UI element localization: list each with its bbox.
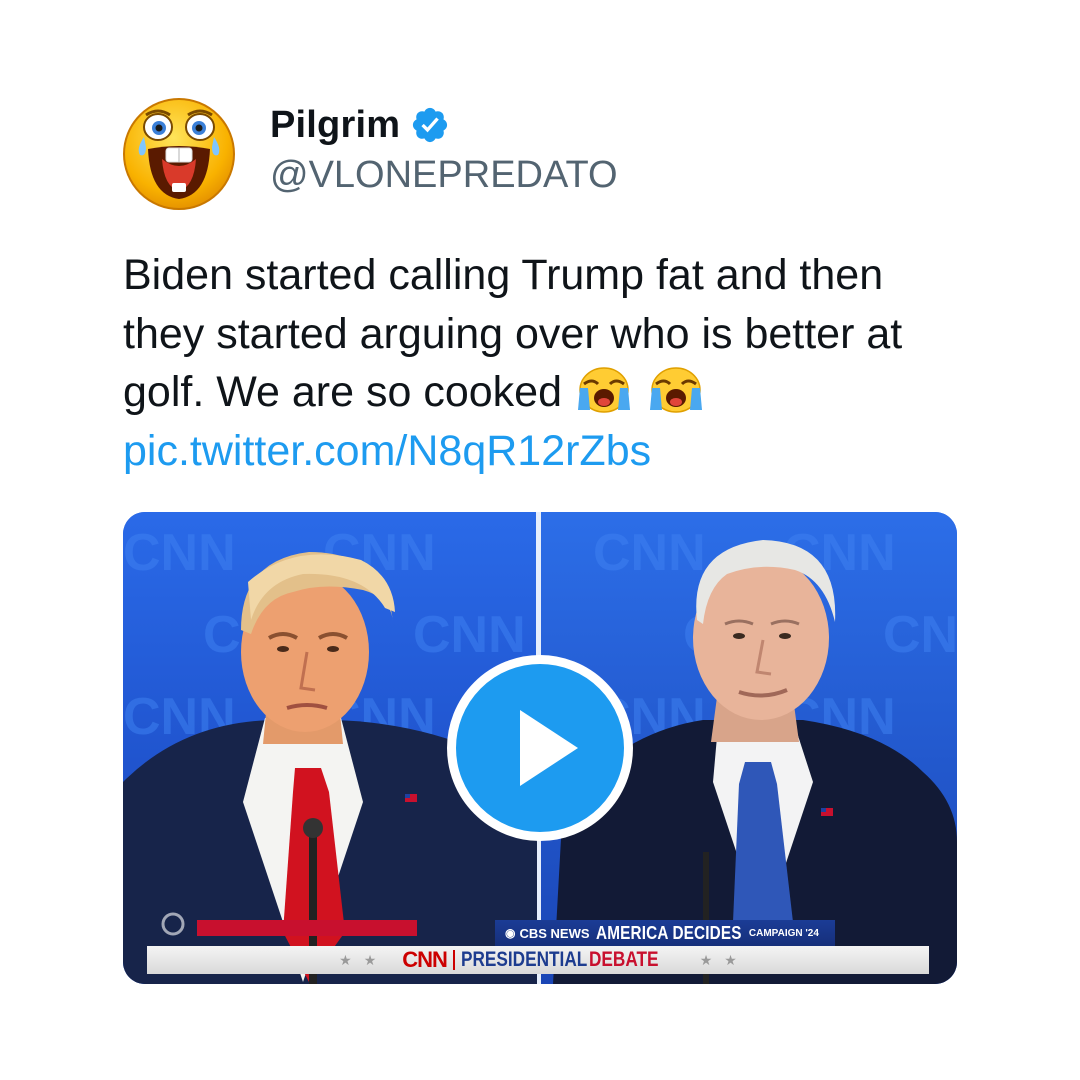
star-icon: ★ [724,951,737,968]
svg-text:CN: CN [883,606,957,664]
lower-third-headline: AMERICA DECIDES [595,922,742,943]
tweet-text: Biden started calling Trump fat and then… [123,246,973,480]
cnn-background-logo: CNN [123,524,236,582]
lower-third-red-bar [197,920,417,936]
lower-third-title-part2: DEBATE [588,948,659,971]
tweet-video[interactable]: CNN CNN CNN CNN CNN CNN CNN CN CNN CNN C… [123,512,957,984]
lower-third-network: CBS NEWS [519,925,590,941]
author-handle[interactable]: @VLONEPREDATO [270,154,618,197]
avatar[interactable] [122,97,236,211]
lower-third-campaign: CAMPAIGN '24 [748,927,819,939]
lower-third-channel: CNN [402,947,448,972]
star-icon: ★ [339,951,352,968]
loudly-crying-face-emoji [649,367,702,413]
play-button[interactable] [447,655,633,841]
tweet-card: Pilgrim @VLONEPREDATO Biden started call… [0,0,1080,1080]
svg-text:CNN: CNN [413,606,526,664]
lower-third-bottom: ★ ★ CNN PRESIDENTIAL DEBATE ★ ★ [147,946,929,974]
star-icon: ★ [699,951,713,968]
star-icon: ★ [363,951,377,968]
lower-third-top: ◉ CBS NEWS AMERICA DECIDES CAMPAIGN '24 [495,920,835,946]
verified-badge-icon [413,107,448,143]
author-name-row: Pilgrim [270,102,450,148]
play-icon [520,710,578,786]
author-display-name[interactable]: Pilgrim [270,104,400,147]
tweet-media-link[interactable]: pic.twitter.com/N8qR12rZbs [123,427,651,475]
lower-third-title-part1: PRESIDENTIAL [460,948,588,971]
tweet-body: Biden started calling Trump fat and then… [123,251,903,416]
cbs-eye-icon: ◉ [505,926,516,940]
lower-third-divider [452,950,455,970]
loudly-crying-face-emoji [577,367,630,413]
svg-text:CNN: CNN [593,524,706,582]
